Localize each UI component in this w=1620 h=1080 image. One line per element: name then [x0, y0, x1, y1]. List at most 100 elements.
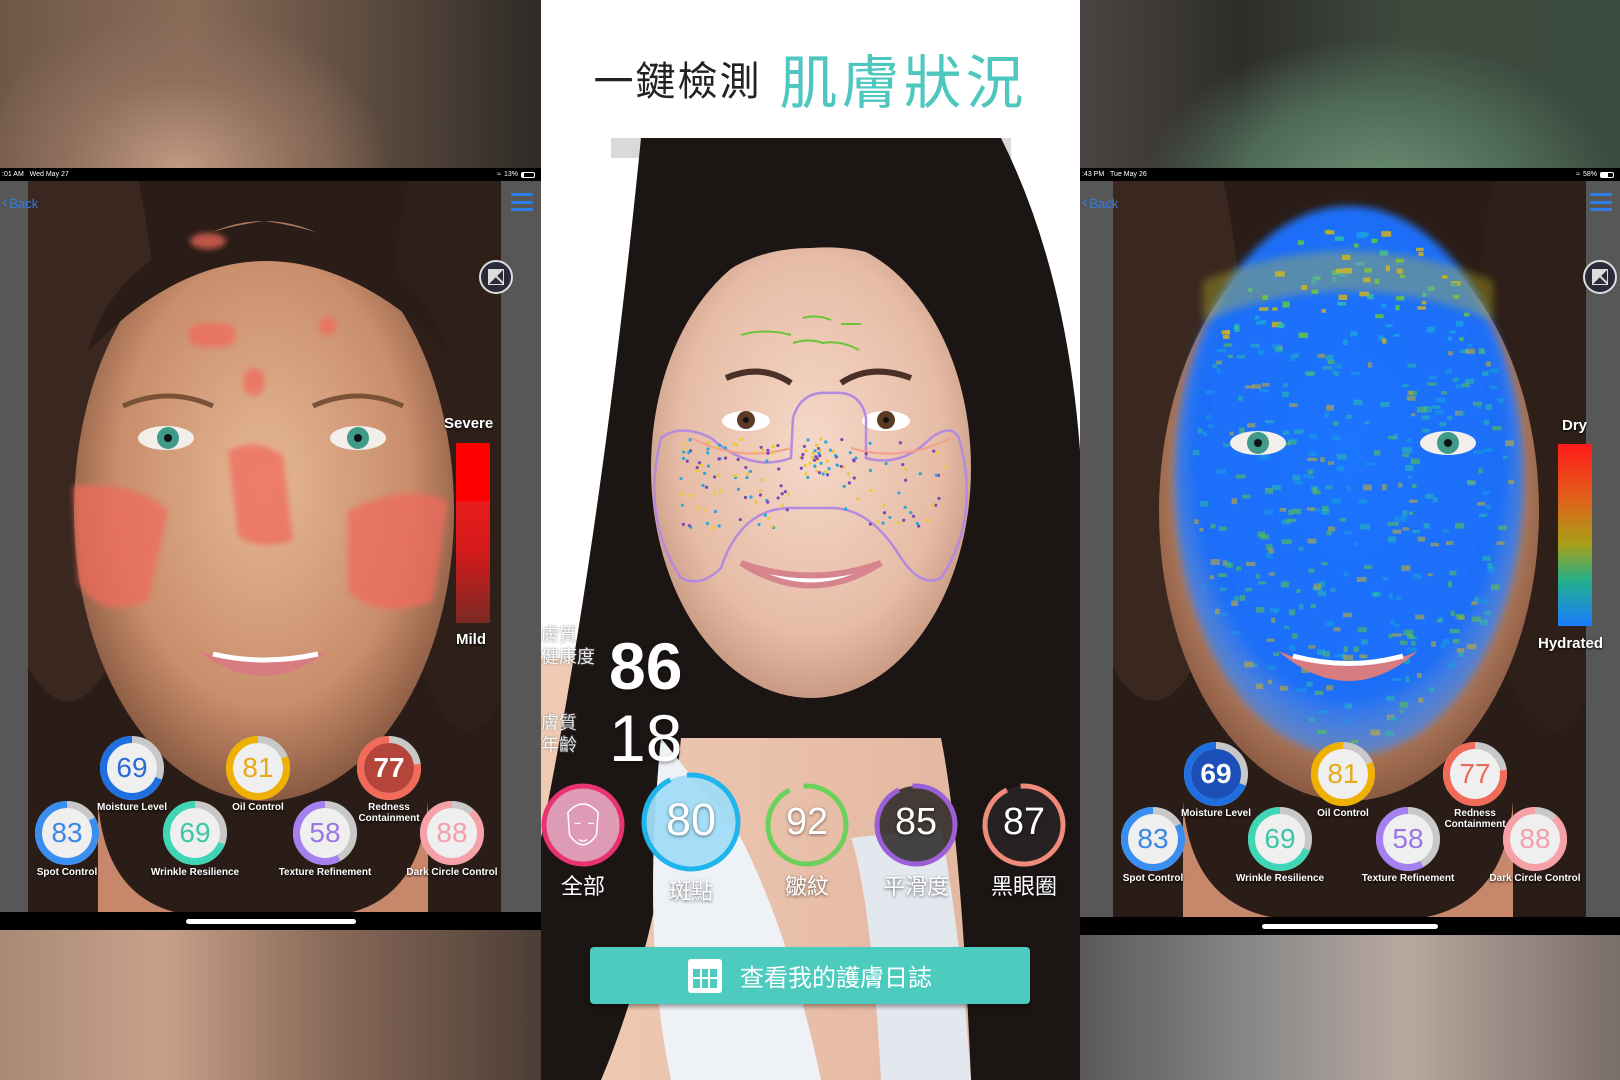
score-oil-control[interactable]: 81 Oil Control	[1311, 742, 1375, 819]
score-label: Dark Circle Control	[1489, 873, 1581, 884]
wifi-icon: ≈	[497, 171, 501, 178]
compare-icon	[488, 269, 504, 285]
score-texture-refinement[interactable]: 58 Texture Refinement	[279, 801, 371, 878]
score-ring: 58	[1376, 807, 1440, 871]
category-score: 85	[894, 801, 938, 844]
category-ring: 87	[982, 783, 1066, 867]
score-label: Wrinkle Resilience	[150, 867, 240, 878]
score-value: 83	[51, 817, 83, 848]
score-ring: 83	[1121, 807, 1185, 871]
score-value: 69	[116, 752, 148, 783]
score-value: 69	[179, 817, 211, 848]
view-skincare-diary-button[interactable]: 查看我的護膚日誌	[590, 947, 1030, 1004]
headline-highlight: 肌膚狀況	[779, 51, 1028, 116]
ipad-redness-screen: :01 AM Wed May 27 ≈ 13% ‹ Back Severe Mi…	[0, 168, 541, 930]
battery-percent: 58%	[1582, 171, 1597, 178]
score-moisture-level[interactable]: 69 Moisture Level	[97, 736, 167, 813]
score-ring: 58	[293, 801, 357, 865]
category-label: 全部	[560, 874, 605, 899]
score-ring: 77	[357, 736, 421, 800]
score-redness-containment[interactable]: 77 Redness Containment	[1443, 742, 1507, 830]
score-ring: 77	[1443, 742, 1507, 806]
menu-line	[1590, 193, 1612, 196]
battery-icon	[521, 171, 535, 178]
score-dark-circle-control[interactable]: 88 Dark Circle Control	[1489, 807, 1581, 884]
face-photo-analysis	[541, 138, 1080, 1080]
skin-health-label: 膚質 健康度	[541, 625, 595, 667]
status-time-date: :01 AM Wed May 27	[2, 171, 69, 178]
legend-bottom-label: Hydrated	[1538, 635, 1604, 652]
severity-legend-bar	[456, 443, 490, 623]
chevron-left-icon: ‹	[2, 194, 8, 211]
score-ring: 83	[35, 801, 99, 865]
score-spot-control[interactable]: 83 Spot Control	[35, 801, 99, 878]
score-texture-refinement[interactable]: 58 Texture Refinement	[1362, 807, 1454, 884]
legend-bottom-label: Mild	[456, 631, 486, 648]
category-tab-4[interactable]: 87 黑眼圈	[982, 783, 1066, 901]
score-label: Dark Circle Control	[406, 867, 498, 878]
score-label: Moisture Level	[1180, 808, 1252, 819]
compare-button[interactable]	[1583, 260, 1617, 294]
blurred-background-right-bottom	[1080, 935, 1620, 1080]
wifi-icon: ≈	[1576, 171, 1580, 178]
score-redness-containment[interactable]: 77 Redness Containment	[357, 736, 421, 824]
home-indicator[interactable]	[1262, 924, 1438, 929]
score-label: Texture Refinement	[278, 867, 372, 878]
score-ring: 69	[163, 801, 227, 865]
score-dark-circle-control[interactable]: 88 Dark Circle Control	[406, 801, 498, 878]
blurred-background-left-bottom	[0, 930, 541, 1080]
score-ring: 88	[1503, 807, 1567, 871]
hamburger-menu-button[interactable]	[1590, 193, 1612, 211]
category-tab-1[interactable]: 80 斑點	[641, 772, 741, 906]
legend-top-label: Dry	[1562, 417, 1588, 434]
score-value: 58	[309, 817, 341, 848]
status-bar: :43 PM Tue May 26 ≈ 58%	[1080, 168, 1620, 181]
score-label: Moisture Level	[96, 802, 168, 813]
score-ring: 69	[1184, 742, 1248, 806]
category-score: 92	[785, 801, 829, 844]
category-label: 皺紋	[784, 874, 829, 899]
score-value: 81	[1327, 758, 1359, 789]
menu-line	[511, 200, 533, 204]
score-value: 69	[1264, 823, 1296, 854]
category-ring: 85	[874, 783, 958, 867]
score-value: 88	[436, 817, 468, 848]
compare-icon	[1592, 269, 1608, 285]
back-button[interactable]: ‹ Back	[2, 195, 38, 211]
category-ring: 92	[765, 783, 849, 867]
category-tab-3[interactable]: 85 平滑度	[874, 783, 958, 901]
score-label: Spot Control	[1122, 873, 1184, 884]
score-moisture-level[interactable]: 69 Moisture Level	[1181, 742, 1251, 819]
score-wrinkle-resilience[interactable]: 69 Wrinkle Resilience	[1236, 807, 1324, 884]
score-spot-control[interactable]: 83 Spot Control	[1121, 807, 1185, 884]
menu-line	[511, 208, 533, 211]
compare-button[interactable]	[479, 260, 513, 294]
score-value: 69	[1200, 758, 1232, 789]
back-button[interactable]: ‹ Back	[1082, 195, 1118, 211]
category-score: 87	[1002, 801, 1046, 844]
score-value: 77	[373, 752, 405, 783]
score-value: 77	[1459, 758, 1491, 789]
skin-age-value: 18	[609, 701, 683, 775]
score-value: 83	[1137, 823, 1169, 854]
score-label: Wrinkle Resilience	[1235, 873, 1325, 884]
score-wrinkle-resilience[interactable]: 69 Wrinkle Resilience	[151, 801, 239, 878]
score-value: 81	[242, 752, 274, 783]
hamburger-menu-button[interactable]	[511, 193, 533, 211]
legend-top-label: Severe	[444, 415, 494, 432]
phone-skin-analysis-screen: 一鍵檢測 肌膚狀況 膚質 健康度 86 膚質 年齡 18 全部 80 斑點 92…	[541, 0, 1080, 1080]
composite-screenshot: :01 AM Wed May 27 ≈ 13% ‹ Back Severe Mi…	[0, 0, 1620, 1080]
calendar-icon	[688, 958, 722, 993]
chevron-left-icon: ‹	[1082, 194, 1088, 211]
score-label: Spot Control	[36, 867, 98, 878]
score-oil-control[interactable]: 81 Oil Control	[226, 736, 290, 813]
menu-line	[511, 193, 533, 196]
skin-age-label: 膚質 年齡	[541, 713, 577, 755]
home-indicator[interactable]	[185, 919, 356, 924]
headline: 一鍵檢測 肌膚狀況	[541, 36, 1080, 120]
score-ring: 81	[1311, 742, 1375, 806]
moisture-legend-bar	[1558, 444, 1592, 626]
category-tab-0[interactable]: 全部	[541, 783, 625, 901]
category-tab-2[interactable]: 92 皺紋	[765, 783, 849, 901]
category-label: 黑眼圈	[990, 874, 1057, 899]
